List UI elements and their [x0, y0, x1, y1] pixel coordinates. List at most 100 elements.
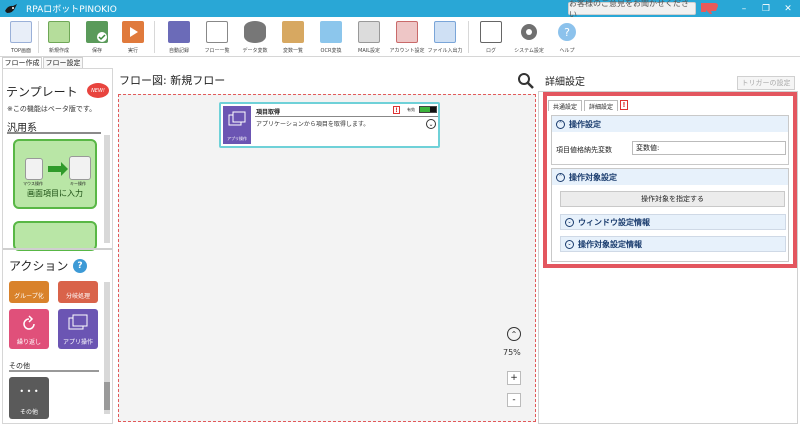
feedback-button[interactable]: お客様のご意見をお聞かせください [568, 0, 696, 19]
log-icon [480, 21, 502, 43]
help-button[interactable]: ? ヘルプ [550, 19, 584, 55]
more-dots-icon: • • • [19, 387, 39, 396]
new-badge: NEW! [87, 83, 109, 98]
action-group[interactable]: グループ化 [9, 281, 49, 303]
help-icon: ? [556, 21, 578, 43]
search-icon[interactable] [517, 72, 535, 90]
account-settings-icon [396, 21, 418, 43]
chevron-up-icon[interactable]: ⌃ [507, 327, 521, 341]
run-button[interactable]: 実行 [116, 19, 150, 55]
zoom-level: 75% [503, 348, 521, 357]
operation-settings-header[interactable]: ⌃ 操作設定 [552, 116, 788, 132]
variable-list-button[interactable]: 変数一覧 [276, 19, 310, 55]
target-settings-header[interactable]: ⌃ 操作対象設定 [552, 169, 788, 185]
node-enabled-toggle[interactable] [419, 106, 437, 113]
target-settings-info[interactable]: ⌄ 操作対象設定情報 [560, 236, 786, 252]
tab-flow-settings[interactable]: フロー設定 [43, 57, 83, 68]
action-branch[interactable]: 分岐処理 [58, 281, 98, 303]
action-scrollbar-thumb[interactable] [104, 382, 110, 410]
node-warning-icon: ! [393, 106, 400, 114]
toolbar: TOP画面 新規作成 保存 実行 自動記録 フロー一覧 データ変数 変数一覧 O… [0, 17, 800, 57]
minimize-button[interactable]: – [733, 1, 755, 16]
item-value-variable-label: 項目値格納先変数 [556, 146, 612, 154]
action-help-icon[interactable]: ? [73, 259, 87, 273]
mail-settings-icon [358, 21, 380, 43]
tab-common-settings[interactable]: 共通設定 [548, 100, 582, 111]
template-scrollbar[interactable] [104, 135, 110, 243]
data-variable-button[interactable]: データ変数 [238, 19, 272, 55]
flow-list-button[interactable]: フロー一覧 [200, 19, 234, 55]
panel-divider[interactable] [3, 248, 112, 250]
node-description: アプリケーションから項目を取得します。 [256, 121, 370, 128]
svg-text:?: ? [564, 26, 570, 39]
node-enabled-label: 有効 [407, 107, 415, 112]
zoom-in-button[interactable]: + [507, 371, 521, 385]
action-app[interactable]: アプリ操作 [58, 309, 98, 349]
keyboard-icon [69, 156, 91, 180]
template-title: テンプレート [6, 85, 78, 99]
action-app-label: アプリ操作 [62, 339, 93, 346]
flow-title: フロー図: 新規フロー [119, 74, 226, 87]
run-icon [122, 21, 144, 43]
toolbar-label: 新規作成 [48, 48, 69, 54]
operation-settings-section: ⌃ 操作設定 項目値格納先変数 変数値: [551, 115, 789, 165]
window-settings-info[interactable]: ⌄ ウィンドウ設定情報 [560, 214, 786, 230]
thumbs-down-icon[interactable] [700, 1, 720, 15]
action-other[interactable]: • • • その他 [9, 377, 49, 419]
chevron-down-icon: ⌄ [565, 217, 574, 227]
toolbar-label: OCR変換 [320, 48, 342, 54]
template-card-screen-input[interactable]: マウス操作 キー操作 画面項目に入力 [13, 139, 97, 209]
template-card-partial[interactable] [13, 221, 97, 251]
specify-target-button[interactable]: 操作対象を指定する [560, 191, 785, 207]
close-button[interactable]: ✕ [777, 1, 799, 16]
ocr-icon [320, 21, 342, 43]
app-title: RPAロボットPINOKIO [26, 5, 117, 15]
zoom-out-button[interactable]: - [507, 393, 521, 407]
log-button[interactable]: ログ [474, 19, 508, 55]
arrow-right-icon [48, 162, 68, 176]
auto-record-button[interactable]: 自動記録 [162, 19, 196, 55]
tab-detail-settings[interactable]: 詳細設定 [584, 100, 618, 111]
window-settings-info-label: ウィンドウ設定情報 [578, 217, 650, 227]
flow-node-get-item[interactable]: アプリ操作 項目取得 ! 有効 アプリケーションから項目を取得します。 ⌄ [219, 102, 440, 148]
toolbar-label: ログ [485, 48, 496, 54]
account-settings-button[interactable]: アカウント設定 [390, 19, 425, 55]
toolbar-label: TOP画面 [10, 48, 31, 54]
operation-settings-label: 操作設定 [569, 119, 601, 129]
mail-settings-button[interactable]: MAIL設定 [352, 19, 386, 55]
toolbar-label: 変数一覧 [282, 48, 303, 54]
flow-canvas[interactable]: アプリ操作 項目取得 ! 有効 アプリケーションから項目を取得します。 ⌄ ⌃ … [118, 94, 536, 422]
toolbar-label: 実行 [127, 48, 138, 54]
app-operation-icon: アプリ操作 [223, 106, 251, 144]
file-io-button[interactable]: ファイル入出力 [428, 19, 463, 55]
top-screen-button[interactable]: TOP画面 [4, 19, 38, 55]
node-title: 項目取得 [256, 109, 281, 116]
action-scrollbar[interactable] [104, 282, 110, 414]
item-value-variable-input[interactable]: 変数値: [632, 141, 786, 155]
new-file-button[interactable]: 新規作成 [42, 19, 76, 55]
data-variable-icon [244, 21, 266, 43]
target-settings-section: ⌃ 操作対象設定 操作対象を指定する ⌄ ウィンドウ設定情報 ⌄ 操作対象設定情… [551, 168, 789, 262]
node-icon-label: アプリ操作 [227, 136, 247, 141]
toolbar-label: MAIL設定 [358, 48, 380, 54]
trigger-settings-button[interactable]: トリガーの設定 [737, 76, 795, 90]
action-loop[interactable]: 繰り返し [9, 309, 49, 349]
title-bar: RPAロボットPINOKIO お客様のご意見をお聞かせください – ❐ ✕ [0, 0, 800, 19]
toolbar-label: データ変数 [242, 48, 268, 54]
system-settings-button[interactable]: システム設定 [512, 19, 546, 55]
category-divider [7, 132, 101, 134]
toolbar-label: ヘルプ [559, 48, 575, 54]
ocr-button[interactable]: OCR変換 [314, 19, 348, 55]
toolbar-separator [154, 21, 155, 53]
maximize-button[interactable]: ❐ [755, 1, 777, 16]
category-other-divider [9, 370, 99, 372]
detail-settings-title: 詳細設定 [545, 77, 585, 88]
tab-flow-create[interactable]: フロー作成 [2, 57, 42, 68]
save-button[interactable]: 保存 [80, 19, 114, 55]
detail-settings-highlight: 共通設定 詳細設定 ! ⌃ 操作設定 項目値格納先変数 変数値: ⌃ 操作対象設… [543, 92, 797, 268]
chevron-down-icon[interactable]: ⌄ [426, 119, 436, 129]
action-other-label: その他 [19, 409, 38, 416]
new-file-icon [48, 21, 70, 43]
app-window-icon [68, 314, 88, 330]
chevron-up-icon: ⌃ [556, 119, 565, 129]
